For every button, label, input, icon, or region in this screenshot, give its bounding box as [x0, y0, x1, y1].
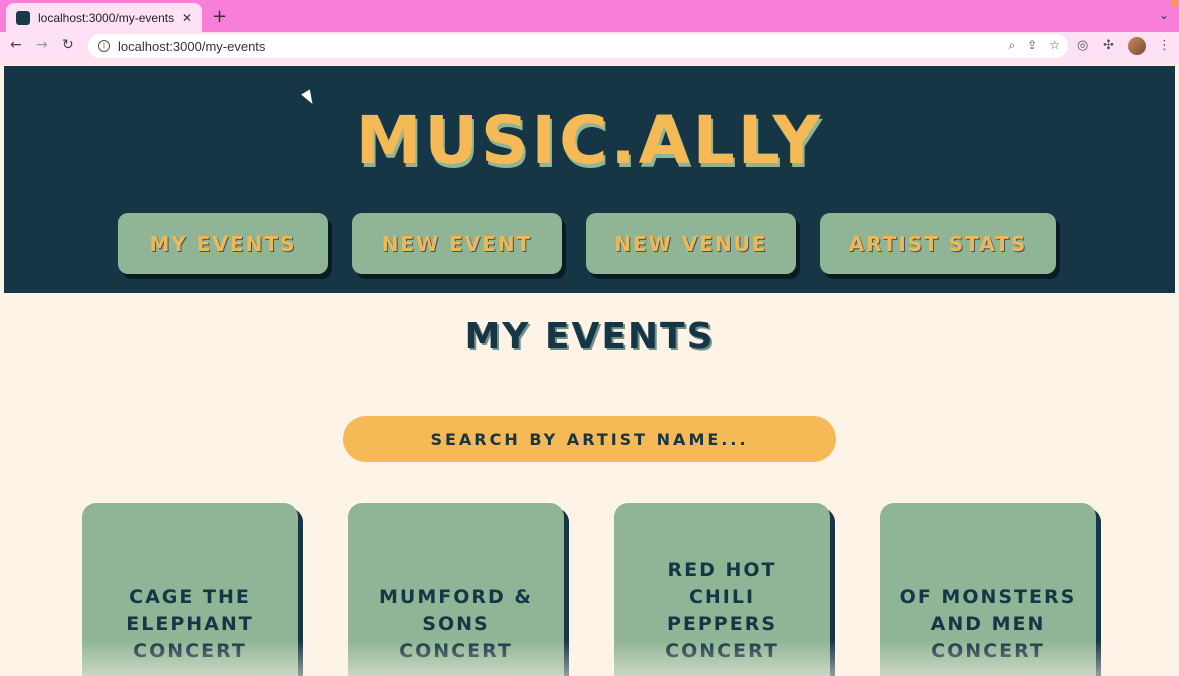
share-icon[interactable]: ⇪ — [1027, 38, 1037, 53]
event-card-title: CAGE THE ELEPHANT CONCERT — [126, 586, 254, 662]
new-tab-button[interactable]: + — [212, 6, 227, 27]
event-card[interactable]: RED HOT CHILI PEPPERS CONCERT — [614, 503, 830, 676]
back-icon[interactable]: ← — [10, 37, 22, 53]
event-card-title: RED HOT CHILI PEPPERS CONCERT — [665, 559, 779, 662]
browser-tab[interactable]: localhost:3000/my-events ✕ — [6, 3, 202, 32]
chevron-down-icon[interactable]: ⌄ — [1159, 8, 1169, 22]
main-nav: MY EVENTS NEW EVENT NEW VENUE ARTIST STA… — [118, 213, 1056, 274]
menu-icon[interactable]: ⋮ — [1158, 38, 1171, 53]
event-card-title: MUMFORD & SONS CONCERT — [379, 586, 533, 662]
tab-close-icon[interactable]: ✕ — [182, 11, 192, 25]
event-card[interactable]: MUMFORD & SONS CONCERT — [348, 503, 564, 676]
event-card-title: OF MONSTERS AND MEN CONCERT — [899, 586, 1077, 662]
notification-dot — [1171, 0, 1177, 6]
browser-tab-strip: localhost:3000/my-events ✕ + ⌄ — [0, 0, 1179, 32]
star-icon[interactable]: ☆ — [1049, 38, 1060, 53]
extension-icon[interactable]: ◎ — [1077, 38, 1088, 53]
app-logo[interactable]: MUSIC.ALLY — [4, 102, 1175, 179]
nav-new-venue-button[interactable]: NEW VENUE — [586, 213, 796, 274]
event-card-list: CAGE THE ELEPHANT CONCERT MUMFORD & SONS… — [82, 503, 1102, 676]
address-bar[interactable]: i localhost:3000/my-events ⌕ ⇪ ☆ — [88, 34, 1068, 58]
page-title: MY EVENTS — [464, 316, 715, 357]
favicon-icon — [16, 10, 30, 25]
info-icon[interactable]: i — [98, 40, 110, 52]
nav-new-event-button[interactable]: NEW EVENT — [352, 213, 562, 274]
app-header: MUSIC.ALLY MY EVENTS NEW EVENT NEW VENUE… — [4, 66, 1175, 293]
tab-title: localhost:3000/my-events — [38, 10, 175, 25]
nav-my-events-button[interactable]: MY EVENTS — [118, 213, 328, 274]
reload-icon[interactable]: ↻ — [62, 37, 74, 53]
event-card[interactable]: CAGE THE ELEPHANT CONCERT — [82, 503, 298, 676]
avatar[interactable] — [1128, 37, 1146, 55]
zoom-icon[interactable]: ⌕ — [1008, 38, 1015, 53]
puzzle-icon[interactable]: ✣ — [1103, 38, 1114, 53]
event-card[interactable]: OF MONSTERS AND MEN CONCERT — [880, 503, 1096, 676]
artist-search-input[interactable] — [343, 416, 836, 462]
browser-toolbar: ← → ↻ i localhost:3000/my-events ⌕ ⇪ ☆ ◎… — [0, 32, 1179, 60]
nav-artist-stats-button[interactable]: ARTIST STATS — [820, 213, 1056, 274]
url-text: localhost:3000/my-events — [118, 38, 266, 54]
divider — [0, 60, 1179, 65]
forward-icon[interactable]: → — [36, 37, 48, 53]
